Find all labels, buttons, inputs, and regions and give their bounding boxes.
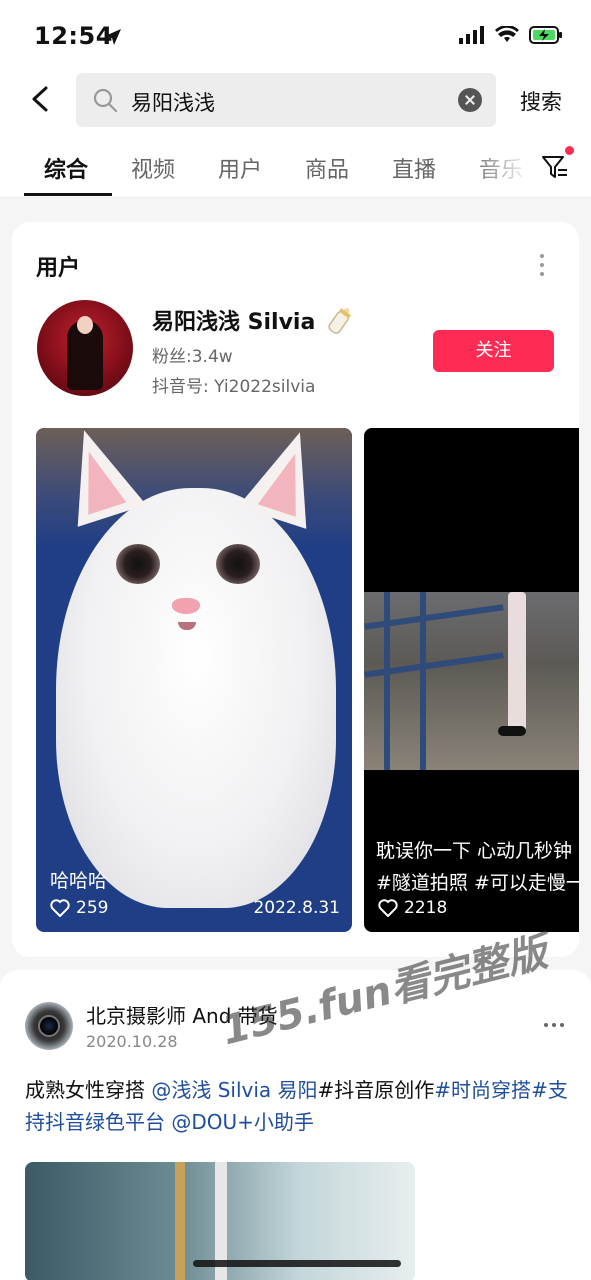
heart-icon [50,899,70,917]
clear-icon[interactable] [458,88,482,112]
more-icon[interactable] [538,254,546,276]
tab-all[interactable]: 综合 [44,152,88,184]
video-scene-image [364,592,579,770]
post-date: 2020.10.28 [86,1032,178,1051]
mention-link[interactable]: @DOU+小助手 [165,1110,314,1134]
tab-products[interactable]: 商品 [305,152,349,184]
location-arrow-icon [105,29,121,45]
active-tab-indicator [24,193,112,196]
mention-link[interactable]: @浅浅 Silvia 易阳 [151,1078,317,1102]
avatar[interactable] [25,1002,73,1050]
search-query: 易阳浅浅 [131,91,215,115]
douyin-id: 抖音号: Yi2022silvia [152,377,316,397]
cat-image [56,488,336,908]
video-hashtags: #隧道拍照 #可以走慢一点吗 [376,872,579,894]
status-bar: 12:54 [0,0,591,70]
user-name[interactable]: 易阳浅浅 Silvia [152,304,315,336]
post-text: 成熟女性穿搭 @浅浅 Silvia 易阳#抖音原创作#时尚穿搭#支持抖音绿色平台… [25,1074,570,1138]
search-button[interactable]: 搜索 [520,86,562,116]
wifi-icon [495,26,519,42]
fans-count: 粉丝:3.4w [152,347,233,367]
like-count-value: 2218 [404,898,448,918]
status-time: 12:54 [34,22,113,50]
battery-charging-icon [529,26,562,44]
status-indicators [459,26,563,44]
video-date: 2022.8.31 [253,898,340,918]
like-count-value: 259 [76,898,109,918]
heart-icon [378,899,398,917]
leg-figure [508,592,526,732]
video-caption: 耽误你一下 心动几秒钟 [376,840,573,862]
home-indicator [193,1260,401,1267]
signal-icon [459,26,484,44]
avatar-face [77,316,93,334]
search-icon [93,88,118,113]
search-input[interactable]: 易阳浅浅 [76,73,496,127]
post-text-plain: #抖音原创作 [317,1078,435,1102]
more-icon[interactable] [544,1023,564,1027]
cat-eye [116,544,160,584]
result-tabs: 综合 视频 用户 商品 直播 音乐 [0,136,591,198]
video-thumbnail[interactable]: 耽误你一下 心动几秒钟 #隧道拍照 #可以走慢一点吗 2218 [364,428,579,932]
tab-users[interactable]: 用户 [218,152,262,184]
user-result-card: 用户 易阳浅浅 Silvia 粉丝:3.4w 抖音号: Yi2022silvia… [12,222,579,957]
railing [384,592,390,770]
tab-video[interactable]: 视频 [131,152,175,184]
post-text-plain: 成熟女性穿搭 [25,1078,152,1102]
cat-nose [172,598,200,614]
follow-button[interactable]: 关注 [433,330,554,372]
camera-lens-icon [38,1015,60,1037]
like-count: 259 [50,898,108,918]
video-caption: 哈哈哈 [50,870,108,892]
shoe-figure [498,726,526,736]
cat-eye [216,544,260,584]
image-detail [175,1162,185,1280]
avatar[interactable] [37,300,133,396]
search-header: 易阳浅浅 搜索 [0,70,591,136]
back-icon[interactable] [26,84,56,114]
section-title: 用户 [36,256,81,281]
tab-fade [470,136,530,196]
filter-icon[interactable] [540,152,570,182]
tab-live[interactable]: 直播 [392,152,436,184]
notification-dot [565,146,574,155]
like-count: 2218 [378,898,447,918]
baby-bottle-icon [328,308,352,334]
hashtag-link[interactable]: #时尚穿搭 [434,1078,531,1102]
video-thumbnail[interactable]: 哈哈哈 259 2022.8.31 [36,428,352,932]
